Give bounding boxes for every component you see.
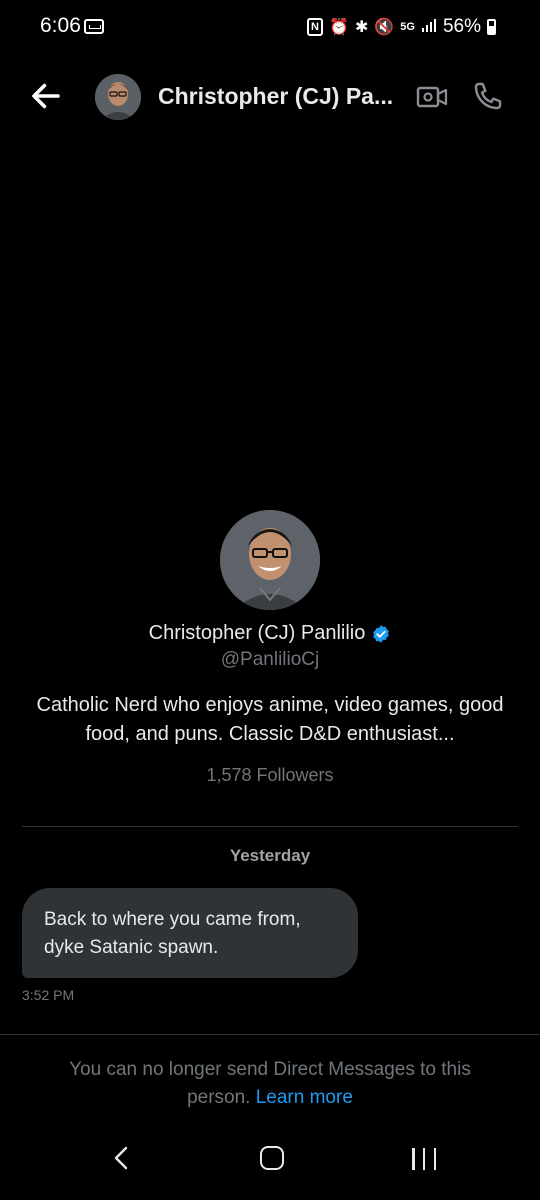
video-call-button[interactable]	[416, 82, 448, 112]
voice-call-button[interactable]	[472, 80, 504, 112]
status-icons: N ⏰ ✱ 🔇 5G 56%	[307, 16, 496, 38]
conversation-header: Christopher (CJ) Pa...	[0, 66, 540, 128]
signal-icon	[421, 17, 437, 38]
date-separator: Yesterday	[229, 846, 311, 865]
message-timestamp: 3:52 PM	[22, 987, 75, 1003]
contact-name[interactable]: Christopher (CJ) Pa...	[158, 83, 400, 110]
nav-recents-button[interactable]	[412, 1148, 436, 1170]
profile-bio: Catholic Nerd who enjoys anime, video ga…	[36, 694, 504, 745]
profile-avatar[interactable]	[220, 510, 320, 610]
alarm-icon: ⏰	[329, 19, 349, 36]
status-time: 6:06	[40, 14, 81, 37]
profile-name-row: Christopher (CJ) Panlilio	[0, 622, 540, 645]
video-camera-icon	[416, 86, 448, 108]
composer-divider	[0, 1034, 540, 1035]
arrow-left-icon	[32, 83, 60, 109]
back-button[interactable]	[28, 78, 64, 114]
followers-count[interactable]: 1,578 Followers	[0, 765, 540, 786]
profile-handle: @PanlilioCj	[220, 649, 320, 670]
voicemail-icon	[84, 19, 104, 34]
recents-icon	[412, 1148, 415, 1170]
message-bubble[interactable]: Back to where you came from, dyke Satani…	[22, 888, 358, 978]
dm-restriction-notice: You can no longer send Direct Messages t…	[40, 1056, 500, 1112]
system-nav-bar	[0, 1130, 540, 1200]
chevron-left-icon	[114, 1146, 128, 1170]
network-type-icon: 5G	[400, 21, 415, 33]
status-bar: 6:06 N ⏰ ✱ 🔇 5G 56%	[0, 0, 540, 56]
mute-icon: 🔇	[374, 19, 395, 36]
nfc-icon: N	[307, 18, 324, 36]
phone-icon	[474, 82, 502, 110]
divider	[22, 826, 518, 827]
nav-back-button[interactable]	[110, 1146, 134, 1170]
learn-more-link[interactable]: Learn more	[256, 1087, 353, 1108]
profile-card[interactable]: Christopher (CJ) Panlilio @PanlilioCj Ca…	[0, 510, 540, 786]
bluetooth-icon: ✱	[354, 19, 369, 36]
profile-name: Christopher (CJ) Panlilio	[148, 622, 366, 644]
header-avatar[interactable]	[95, 74, 141, 120]
verified-badge-icon	[373, 624, 390, 643]
battery-icon	[487, 19, 496, 35]
battery-percentage: 56%	[442, 16, 481, 37]
nav-home-button[interactable]	[260, 1146, 284, 1170]
